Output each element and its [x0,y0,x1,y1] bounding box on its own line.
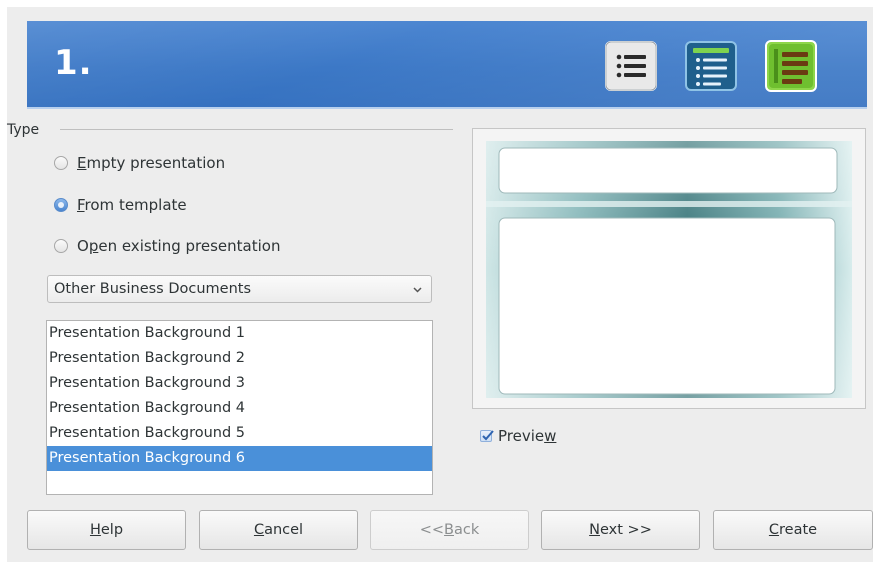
cancel-button[interactable]: Cancel [199,510,358,550]
list-item[interactable]: Presentation Background 2 [47,346,432,371]
preview-checkbox[interactable] [480,430,494,442]
checkmark-icon [482,430,494,441]
radio-open-existing-presentation[interactable]: Open existing presentation [54,237,280,255]
list-item[interactable]: Presentation Background 1 [47,321,432,346]
outline-list-icon [685,41,737,91]
back-button[interactable]: << Back [370,510,529,550]
presentation-wizard-dialog: 1. Type Empty presentation From template… [7,7,873,562]
preview-checkbox-row[interactable]: Preview [480,427,556,445]
list-item[interactable]: Presentation Background 4 [47,396,432,421]
select-value: Other Business Documents [54,281,252,297]
template-list[interactable]: Presentation Background 1 Presentation B… [46,320,433,495]
next-button[interactable]: Next >> [541,510,700,550]
template-category-select[interactable]: Other Business Documents [47,275,432,303]
preview-checkbox-label: Preview [498,427,557,445]
slide-preview-image [486,141,852,398]
radio-label: From template [77,196,187,214]
list-item-selected[interactable]: Presentation Background 6 [47,446,432,471]
radio-button[interactable] [54,198,68,212]
radio-button[interactable] [54,239,68,253]
chevron-down-icon [413,287,422,293]
wizard-header-banner: 1. [27,21,867,109]
type-divider [60,129,453,130]
list-item[interactable]: Presentation Background 5 [47,421,432,446]
help-button[interactable]: Help [27,510,186,550]
template-preview [472,128,866,409]
template-list-icon [765,40,817,92]
radio-label: Open existing presentation [77,237,281,255]
list-icon [605,41,657,91]
type-legend: Type [7,122,40,138]
radio-button[interactable] [54,156,68,170]
list-item[interactable]: Presentation Background 3 [47,371,432,396]
step-number: 1. [54,43,93,83]
create-button[interactable]: Create [713,510,873,550]
radio-label: Empty presentation [77,154,226,172]
radio-empty-presentation[interactable]: Empty presentation [54,154,225,172]
radio-from-template[interactable]: From template [54,196,187,214]
